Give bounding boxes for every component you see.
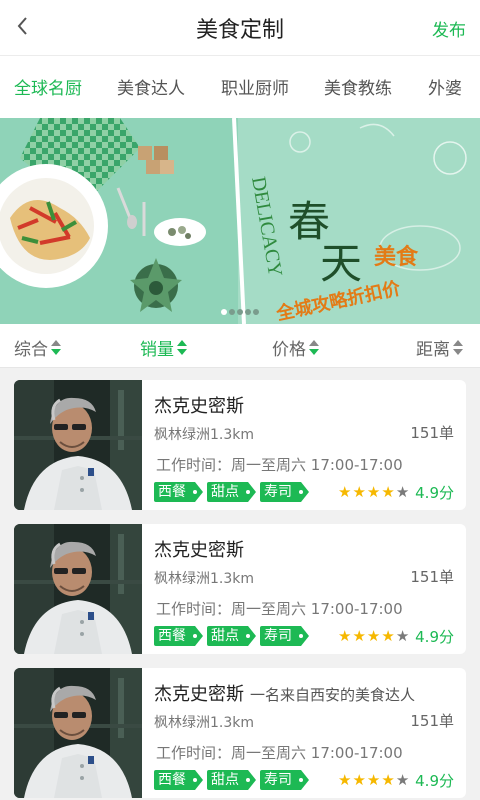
star-icon: ★ — [338, 627, 352, 645]
sort-bar: 综合 销量 价格 距离 — [0, 324, 480, 368]
tab-professional-chefs[interactable]: 职业厨师 — [221, 74, 289, 99]
star-icon: ★ — [395, 627, 410, 645]
cuisine-tag[interactable]: 西餐 — [154, 770, 203, 790]
tab-food-experts[interactable]: 美食达人 — [117, 74, 185, 99]
chef-card[interactable]: 杰克史密斯 一名来自西安的美食达人 枫林绿洲1.3km 151单 工作时间：周一至… — [14, 668, 466, 798]
star-icon: ★ — [366, 627, 381, 645]
rating-stars: ★ ★ ★ ★ ★ — [338, 771, 409, 789]
chef-work-hours: 工作时间：周一至周六 17:00-17:00 — [156, 600, 403, 618]
page-title: 美食定制 — [195, 18, 284, 43]
sort-price[interactable]: 价格 — [272, 335, 319, 360]
star-icon: ★ — [381, 771, 395, 789]
rating-stars: ★ ★ ★ ★ ★ — [338, 627, 409, 645]
sort-label: 价格 — [272, 340, 306, 360]
sort-arrows-icon — [309, 339, 319, 356]
chef-location: 枫林绿洲1.3km — [154, 427, 255, 443]
chef-rating: 4.9分 — [415, 628, 454, 646]
chef-name-text: 杰克史密斯 — [154, 684, 244, 705]
star-icon: ★ — [395, 771, 410, 789]
chef-orders: 151单 — [410, 568, 454, 586]
star-icon: ★ — [338, 771, 352, 789]
star-icon: ★ — [395, 483, 410, 501]
chef-rating: 4.9分 — [415, 484, 454, 502]
rating-stars: ★ ★ ★ ★ ★ — [338, 483, 409, 501]
publish-button[interactable]: 发布 — [432, 16, 466, 41]
chef-orders: 151单 — [410, 712, 454, 730]
chef-rating: 4.9分 — [415, 772, 454, 790]
chef-orders: 151单 — [410, 424, 454, 442]
chef-subtitle: 一名来自西安的美食达人 — [250, 686, 416, 704]
chef-photo — [14, 524, 142, 654]
top-bar: 美食定制 发布 — [0, 0, 480, 56]
chef-name: 杰克史密斯 一名来自西安的美食达人 — [154, 680, 415, 706]
sort-label: 综合 — [14, 340, 48, 360]
chef-location: 枫林绿洲1.3km — [154, 715, 255, 731]
cuisine-tag[interactable]: 甜点 — [207, 482, 256, 502]
promo-banner[interactable]: DELICACY 春 天 美食 全城攻略折扣价 — [0, 118, 480, 324]
cuisine-tag[interactable]: 西餐 — [154, 482, 203, 502]
chef-photo — [14, 380, 142, 510]
chef-name: 杰克史密斯 — [154, 392, 250, 418]
cuisine-tag[interactable]: 甜点 — [207, 770, 256, 790]
tab-grandma[interactable]: 外婆 — [428, 74, 462, 99]
chef-work-hours: 工作时间：周一至周六 17:00-17:00 — [156, 744, 403, 762]
sort-comprehensive[interactable]: 综合 — [14, 335, 61, 360]
chef-work-hours: 工作时间：周一至周六 17:00-17:00 — [156, 456, 403, 474]
cuisine-tags: 西餐 甜点 寿司 — [154, 626, 309, 646]
banner-illustration: DELICACY 春 天 美食 全城攻略折扣价 — [0, 118, 480, 324]
star-icon: ★ — [352, 483, 366, 501]
star-icon: ★ — [381, 627, 395, 645]
tab-global-chefs[interactable]: 全球名厨 — [14, 74, 82, 99]
sort-arrows-icon — [453, 339, 463, 356]
cuisine-tag[interactable]: 寿司 — [260, 770, 309, 790]
star-icon: ★ — [366, 483, 381, 501]
chef-card[interactable]: 杰克史密斯 枫林绿洲1.3km 151单 工作时间：周一至周六 17:00-17… — [14, 380, 466, 510]
sort-label: 距离 — [416, 340, 450, 360]
sort-arrows-icon — [177, 339, 187, 356]
sort-arrows-icon — [51, 339, 61, 356]
star-icon: ★ — [352, 627, 366, 645]
category-tabs: 全球名厨 美食达人 职业厨师 美食教练 外婆 — [0, 56, 480, 118]
tab-food-coaches[interactable]: 美食教练 — [324, 74, 392, 99]
star-icon: ★ — [338, 483, 352, 501]
banner-spring-char: 春 — [288, 200, 330, 246]
sort-label: 销量 — [140, 340, 174, 360]
star-icon: ★ — [381, 483, 395, 501]
star-icon: ★ — [366, 771, 381, 789]
sort-distance[interactable]: 距离 — [416, 335, 463, 360]
chef-name: 杰克史密斯 — [154, 536, 250, 562]
cuisine-tag[interactable]: 甜点 — [207, 626, 256, 646]
banner-food-text: 美食 — [374, 244, 419, 270]
chef-card[interactable]: 杰克史密斯 枫林绿洲1.3km 151单 工作时间：周一至周六 17:00-17… — [14, 524, 466, 654]
cuisine-tags: 西餐 甜点 寿司 — [154, 770, 309, 790]
cuisine-tag[interactable]: 寿司 — [260, 482, 309, 502]
chef-name-text: 杰克史密斯 — [154, 540, 244, 561]
star-icon: ★ — [352, 771, 366, 789]
chef-location: 枫林绿洲1.3km — [154, 571, 255, 587]
chef-name-text: 杰克史密斯 — [154, 396, 244, 417]
cuisine-tag[interactable]: 寿司 — [260, 626, 309, 646]
banner-day-char: 天 — [320, 242, 362, 288]
cuisine-tag[interactable]: 西餐 — [154, 626, 203, 646]
sort-sales[interactable]: 销量 — [140, 335, 187, 360]
chef-photo — [14, 668, 142, 798]
cuisine-tags: 西餐 甜点 寿司 — [154, 482, 309, 502]
